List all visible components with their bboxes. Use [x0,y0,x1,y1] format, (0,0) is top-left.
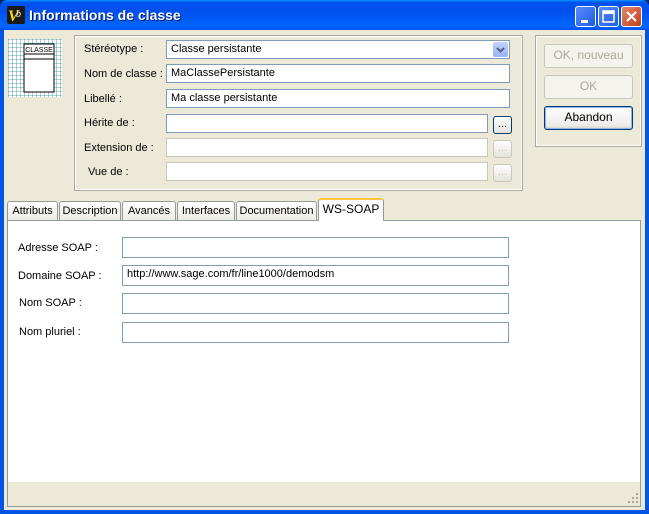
tab-description[interactable]: Description [59,201,121,220]
extension-browse-button[interactable]: ... [493,140,512,158]
stereotype-label: Stéréotype : [84,43,144,55]
chevron-down-icon [496,47,505,53]
soap-plural-label: Nom pluriel : [19,326,81,338]
vue-browse-button[interactable]: ... [493,164,512,182]
svg-text:b: b [16,9,21,20]
minimize-icon [581,20,588,23]
dialog-buttons-group: OK, nouveau OK Abandon [535,35,642,147]
herite-browse-button[interactable]: ... [493,116,512,134]
class-diagram-icon: CLASSE [8,39,62,97]
close-icon [626,11,637,22]
dialog-window: V b Informations de classe CLASSE Stéréo… [0,0,649,514]
extension-input[interactable] [166,138,488,157]
class-properties-group: Stéréotype : Classe persistante Nom de c… [74,35,523,191]
soap-address-label: Adresse SOAP : [18,242,98,254]
window-title: Informations de classe [29,7,181,23]
herite-input[interactable] [166,114,488,133]
extension-label: Extension de : [84,142,154,154]
soap-name-input[interactable] [122,293,509,314]
dialog-client-area: CLASSE Stéréotype : Classe persistante N… [4,30,645,510]
resize-grip-icon[interactable] [627,492,639,504]
stereotype-dropdown-button[interactable] [493,42,508,57]
ok-button[interactable]: OK [544,75,633,99]
soap-domain-label: Domaine SOAP : [18,270,102,282]
maximize-button[interactable] [598,6,619,27]
libelle-input[interactable]: Ma classe persistante [166,89,510,108]
class-name-label: Nom de classe : [84,68,163,80]
title-bar[interactable]: V b Informations de classe [0,0,649,30]
soap-plural-input[interactable] [122,322,509,343]
tab-avances[interactable]: Avancés [122,201,176,220]
cancel-button[interactable]: Abandon [544,106,633,130]
soap-address-input[interactable] [122,237,509,258]
stereotype-combo[interactable]: Classe persistante [166,40,510,59]
maximize-icon [602,10,615,23]
panel-footer-strip [7,482,641,507]
minimize-button[interactable] [575,6,596,27]
window-frame-bottom [0,510,649,514]
herite-label: Hérite de : [84,117,135,129]
app-vb-icon: V b [7,6,25,25]
class-icon-label: CLASSE [25,47,53,54]
ok-new-button[interactable]: OK, nouveau [544,44,633,68]
stereotype-value: Classe persistante [171,43,262,55]
tab-documentation[interactable]: Documentation [236,201,317,220]
class-name-input[interactable]: MaClassePersistante [166,64,510,83]
tab-ws-soap[interactable]: WS-SOAP [318,198,384,221]
close-button[interactable] [621,6,642,27]
vue-input[interactable] [166,162,488,181]
window-frame-right [645,30,649,514]
libelle-label: Libellé : [84,93,122,105]
tab-attributs[interactable]: Attributs [7,201,58,220]
soap-name-label: Nom SOAP : [19,297,82,309]
tab-interfaces[interactable]: Interfaces [177,201,235,220]
ws-soap-panel: Adresse SOAP : Domaine SOAP : http://www… [7,220,641,507]
vue-label: Vue de : [88,166,129,178]
soap-domain-input[interactable]: http://www.sage.com/fr/line1000/demodsm [122,265,509,286]
